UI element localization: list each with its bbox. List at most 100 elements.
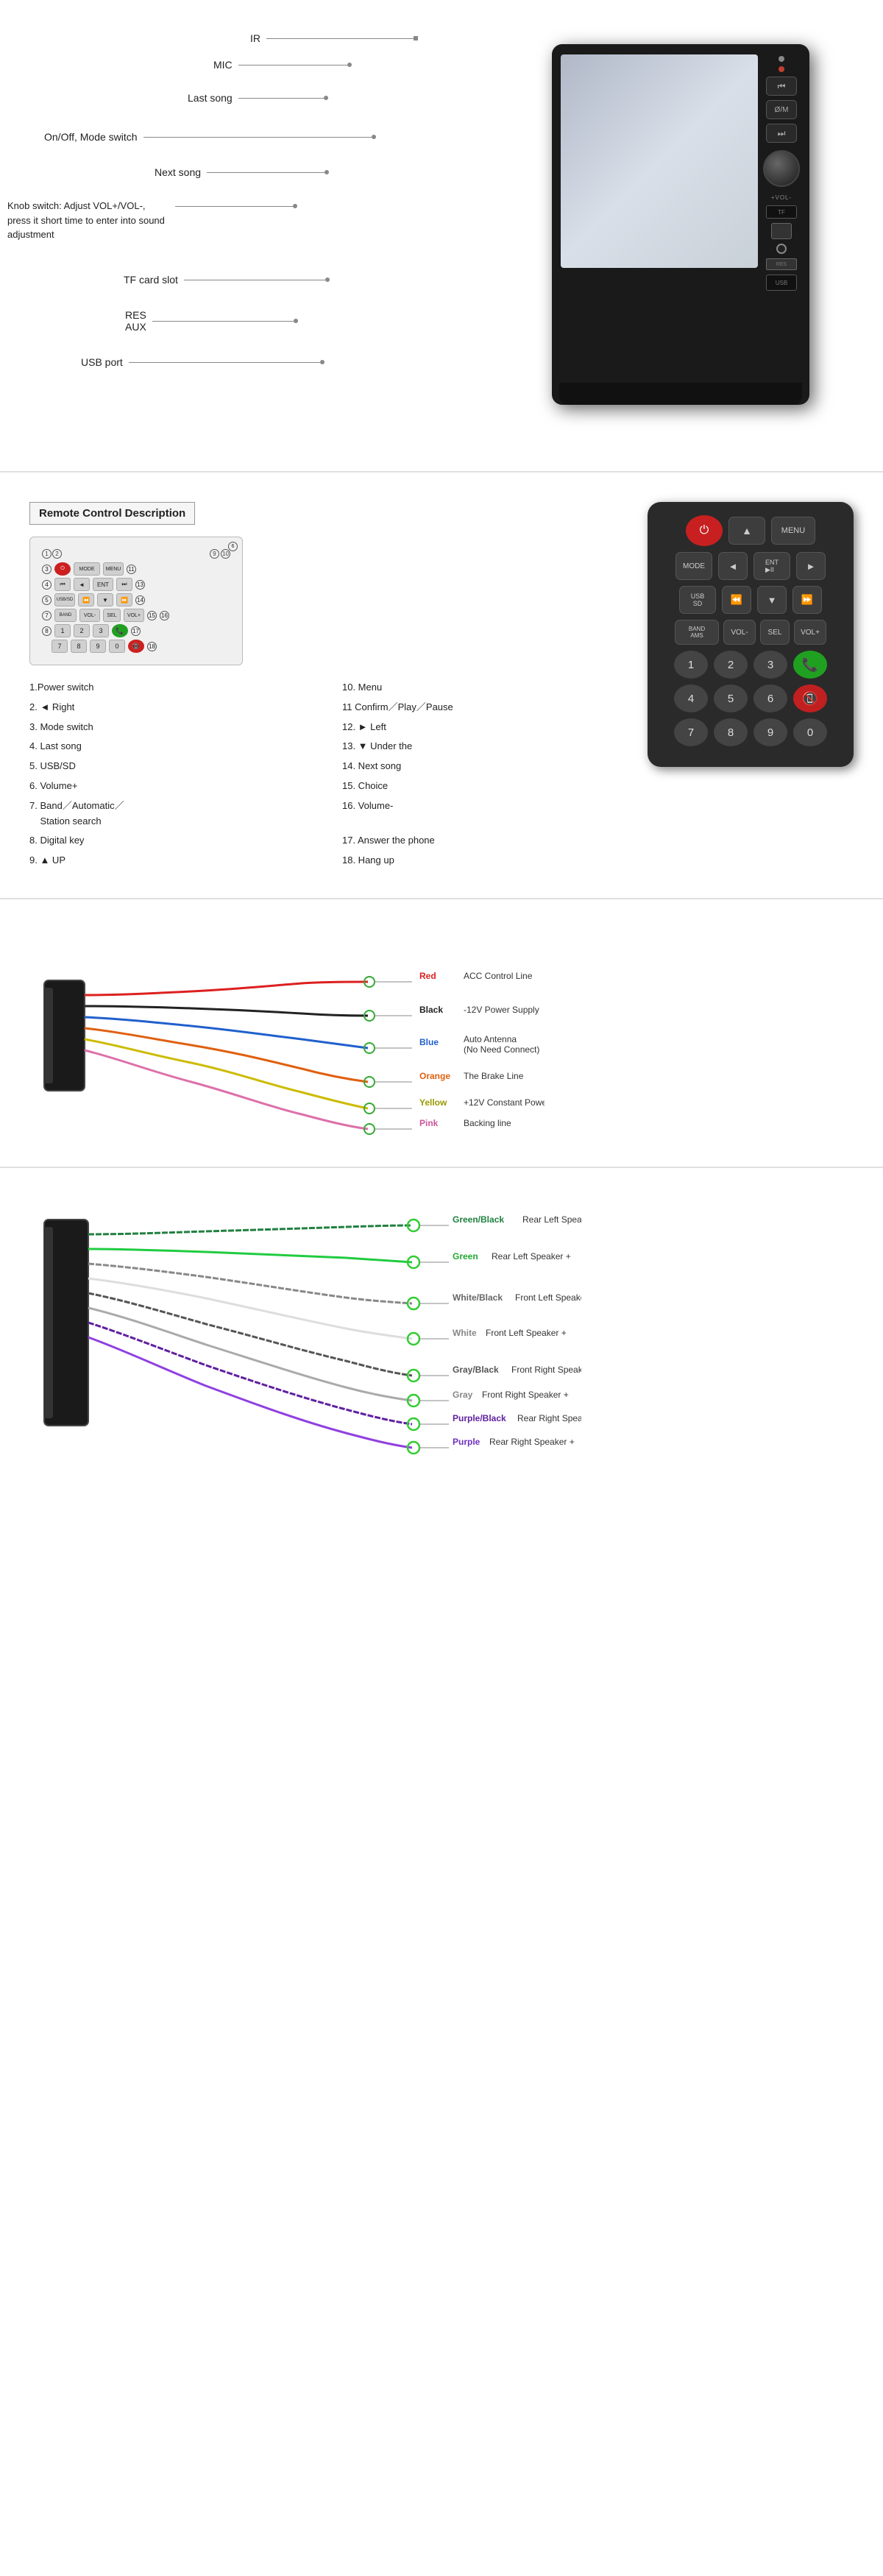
desc-item-16: 16. Volume-	[342, 799, 618, 829]
last-song-btn[interactable]: ⏮	[766, 77, 797, 96]
power-btn[interactable]: ⏻	[686, 515, 723, 546]
svg-text:Pink: Pink	[419, 1118, 439, 1128]
answer-btn-diagram[interactable]: 📞	[112, 624, 128, 637]
answer-btn[interactable]: 📞	[793, 651, 827, 679]
next-btn-diagram[interactable]: ⏭	[116, 578, 132, 591]
next-song-label-group: Next song	[155, 166, 329, 178]
left-btn-diagram[interactable]: ◄	[74, 578, 90, 591]
right-btn[interactable]: ►	[796, 552, 826, 580]
device-screen	[561, 54, 758, 268]
vol-minus-btn[interactable]: VOL-	[723, 620, 756, 645]
tf-label-group: TF card slot	[124, 274, 330, 286]
usb-label-group: USB port	[81, 356, 325, 368]
svg-text:White/Black: White/Black	[453, 1292, 503, 1303]
res-label: RES	[766, 258, 797, 270]
aux-dot	[294, 319, 298, 323]
band-btn-diagram[interactable]: BAND	[54, 609, 77, 622]
desc-item-4: 4. Last song	[29, 739, 305, 754]
num8-btn[interactable]: 8	[714, 718, 748, 746]
band-ams-btn[interactable]: BANDAMS	[675, 620, 719, 645]
usb-dot	[320, 360, 325, 364]
usb-btn-diagram[interactable]: USB/SD	[54, 593, 75, 606]
vol-plus-btn[interactable]: VOL+	[794, 620, 826, 645]
num3-btn[interactable]: 3	[753, 651, 787, 679]
aux-port	[776, 244, 787, 254]
res-text: RES	[125, 309, 146, 321]
left-btn[interactable]: ◄	[718, 552, 748, 580]
remote-btn-grid: 3 ⏻ MODE MENU 11 4 ⏮ ◄ ENT ⏭ 13	[42, 562, 230, 653]
desc-item-15: 15. Choice	[342, 779, 618, 794]
down-btn-diagram[interactable]: ▼	[97, 593, 113, 606]
menu-btn[interactable]: MENU	[771, 517, 815, 545]
desc-item-7: 7. Band／Automatic／ Station search	[29, 799, 305, 829]
rew-btn-diagram[interactable]: ⏪	[78, 593, 94, 606]
remote-row1: ⏻ ▲ MENU	[658, 515, 843, 546]
svg-text:Rear Right Speaker +: Rear Right Speaker +	[489, 1437, 575, 1447]
usbsd-btn[interactable]: USBSD	[679, 586, 716, 614]
hangup-btn[interactable]: 📵	[793, 684, 827, 712]
num2-diagram[interactable]: 2	[74, 624, 90, 637]
num1-diagram[interactable]: 1	[54, 624, 71, 637]
mode-btn-remote[interactable]: MODE	[675, 552, 712, 580]
up-btn[interactable]: ▲	[728, 517, 765, 545]
next-song-dot	[325, 170, 329, 174]
num1-btn[interactable]: 1	[674, 651, 708, 679]
mode-btn[interactable]: Ø/M	[766, 100, 797, 119]
ff-btn-diagram[interactable]: ⏩	[116, 593, 132, 606]
mic-line	[238, 65, 347, 66]
svg-text:Rear Left Speaker +: Rear Left Speaker +	[492, 1251, 571, 1262]
usb-port[interactable]: USB	[766, 275, 797, 291]
tf-dot	[325, 277, 330, 282]
ir-indicator	[779, 66, 784, 72]
num9-diagram[interactable]: 9	[90, 640, 106, 653]
ent-btn[interactable]: ENT▶II	[753, 552, 790, 580]
desc-item-2: 2. ◄ Right	[29, 700, 305, 715]
desc-item-5: 5. USB/SD	[29, 759, 305, 774]
power-btn-diagram[interactable]: ⏻	[54, 562, 71, 576]
last-song-dot	[324, 96, 328, 100]
remote-row7: 7 8 9 0	[658, 718, 843, 746]
num7-diagram[interactable]: 7	[52, 640, 68, 653]
sel-btn[interactable]: SEL	[760, 620, 790, 645]
knob-label: Knob switch: Adjust VOL+/VOL-, press it …	[7, 199, 169, 242]
enter-btn-diagram[interactable]: ENT	[93, 578, 113, 591]
mode-dot	[372, 135, 376, 139]
divider-2	[0, 898, 883, 899]
tf-slot[interactable]: TF	[766, 205, 797, 219]
num9-btn[interactable]: 9	[753, 718, 787, 746]
vol-minus-btn-diagram[interactable]: VOL-	[79, 609, 100, 622]
desc-item-6: 6. Volume+	[29, 779, 305, 794]
speaker-wire-section: Green/Black Rear Left Speaker - Green Re…	[0, 1175, 883, 1501]
num7-btn[interactable]: 7	[674, 718, 708, 746]
num3-diagram[interactable]: 3	[93, 624, 109, 637]
desc-item-1: 1.Power switch	[29, 680, 305, 696]
mode-label-group: On/Off, Mode switch	[44, 131, 376, 143]
next-song-btn[interactable]: ⏭	[766, 124, 797, 143]
mode-label: On/Off, Mode switch	[44, 131, 138, 143]
svg-text:White: White	[453, 1328, 477, 1338]
ff-btn[interactable]: ⏩	[792, 586, 822, 614]
num2-btn[interactable]: 2	[714, 651, 748, 679]
rew-btn[interactable]: ⏪	[722, 586, 751, 614]
svg-text:Green/Black: Green/Black	[453, 1214, 504, 1225]
num5-btn[interactable]: 5	[714, 684, 748, 712]
volume-knob[interactable]	[763, 150, 800, 187]
hangup-btn-diagram[interactable]: 📵	[128, 640, 144, 653]
vol-plus-btn-diagram[interactable]: VOL+	[124, 609, 144, 622]
down-btn[interactable]: ▼	[757, 586, 787, 614]
desc-item-10: 10. Menu	[342, 680, 618, 696]
mic-label: MIC	[213, 59, 233, 71]
menu-btn-diagram[interactable]: MENU	[103, 562, 124, 576]
num4-btn[interactable]: 4	[674, 684, 708, 712]
num8-diagram[interactable]: 8	[71, 640, 87, 653]
mode-btn-diagram[interactable]: MODE	[74, 562, 100, 576]
num0-diagram[interactable]: 0	[109, 640, 125, 653]
power-wire-svg: Red ACC Control Line Black -12V Power Su…	[29, 929, 545, 1150]
num6-btn[interactable]: 6	[753, 684, 787, 712]
aux-text: RES AUX	[125, 309, 146, 333]
sel-btn-diagram[interactable]: SEL	[103, 609, 121, 622]
prev-btn-diagram[interactable]: ⏮	[54, 578, 71, 591]
last-song-label-group: Last song	[188, 92, 328, 104]
device-controls: ⏮ Ø/M ⏭ +VOL- TF RES USB	[759, 53, 804, 291]
num0-btn[interactable]: 0	[793, 718, 827, 746]
